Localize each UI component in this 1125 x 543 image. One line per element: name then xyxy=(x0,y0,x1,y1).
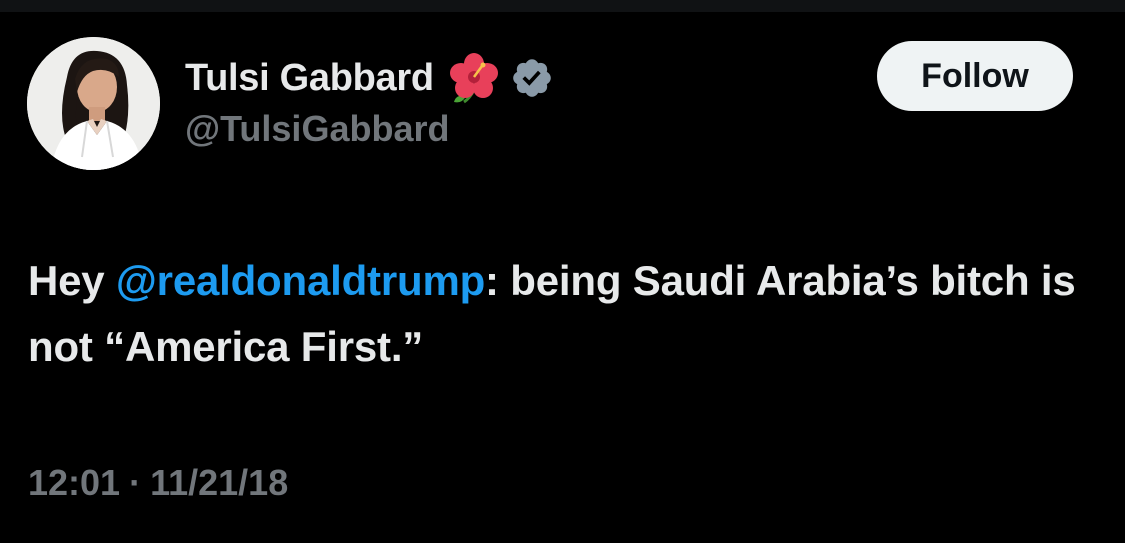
author-display-name[interactable]: Tulsi Gabbard xyxy=(185,57,434,100)
avatar-photo xyxy=(27,37,160,170)
author-name-row: Tulsi Gabbard xyxy=(185,50,554,106)
author-handle[interactable]: @TulsiGabbard xyxy=(185,108,449,150)
avatar[interactable] xyxy=(27,37,160,170)
verified-icon[interactable] xyxy=(510,56,554,100)
tweet-text: Hey @realdonaldtrump: being Saudi Arabia… xyxy=(28,248,1088,380)
meta-separator: · xyxy=(129,462,142,503)
top-strip xyxy=(0,0,1125,12)
follow-button[interactable]: Follow xyxy=(877,41,1073,111)
tweet-date: 11/21/18 xyxy=(150,462,289,503)
tweet-time: 12:01 xyxy=(28,462,121,503)
tweet-text-start: Hey xyxy=(28,257,116,304)
tweet-timestamp[interactable]: 12:01 · 11/21/18 xyxy=(28,462,288,504)
hibiscus-icon xyxy=(446,50,502,106)
mention-link[interactable]: @realdonaldtrump xyxy=(116,257,485,304)
